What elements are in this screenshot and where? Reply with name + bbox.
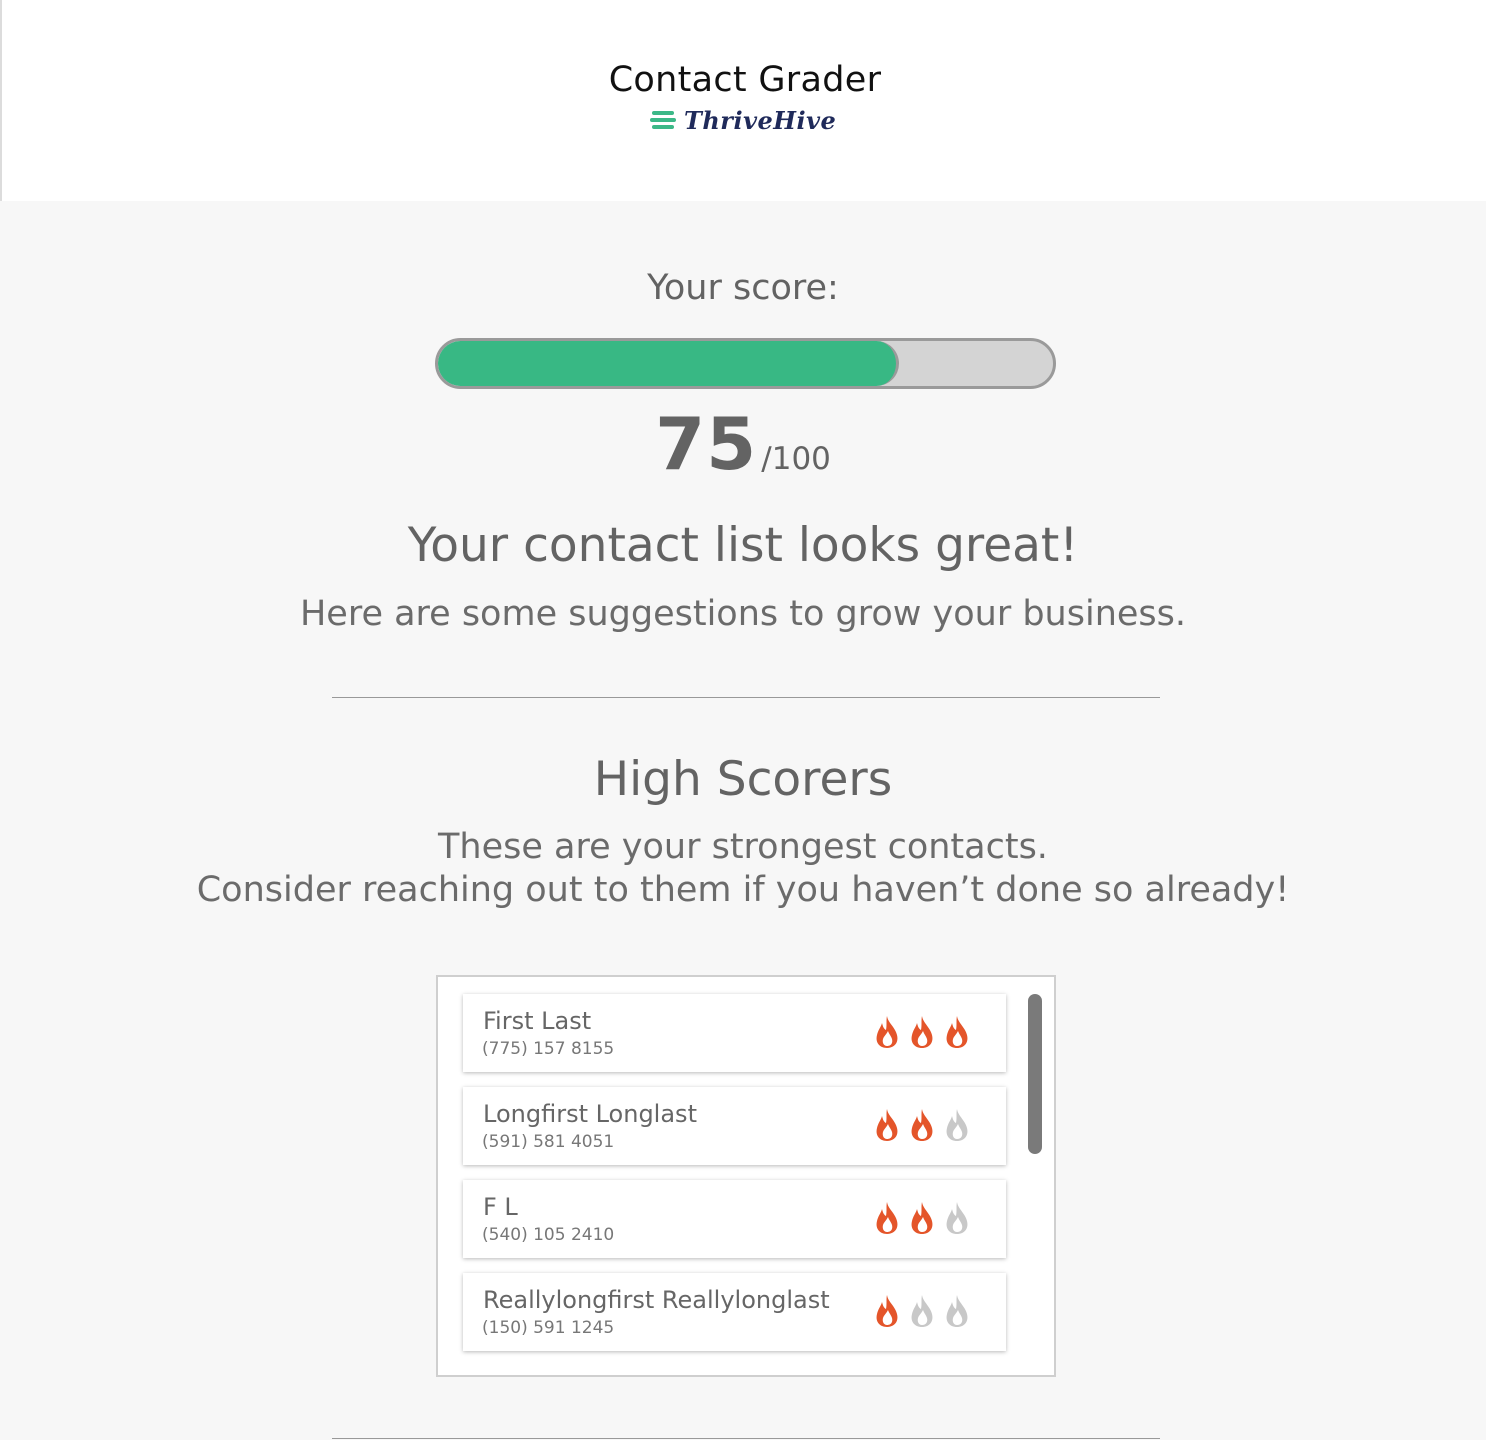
contact-phone: (775) 157 8155: [482, 1039, 615, 1059]
contact-phone: (540) 105 2410: [482, 1225, 615, 1245]
score-max: /100: [761, 441, 831, 477]
thrivehive-logo: ThriveHive: [650, 104, 836, 136]
score-display: 75/100: [0, 402, 1486, 486]
contact-name: F L: [483, 1193, 518, 1221]
high-scorers-description-line-1: These are your strongest contacts.: [438, 827, 1048, 867]
app-title: Contact Grader: [608, 60, 882, 100]
contact-score-flames: [873, 1201, 971, 1235]
flame-icon-lit: [946, 1016, 968, 1048]
flame-icon-lit: [876, 1202, 898, 1234]
high-scorers-description-line-2: Consider reaching out to them if you hav…: [196, 870, 1290, 910]
section-divider-bottom: [332, 1438, 1160, 1439]
score-progress-fill: [438, 341, 900, 386]
contact-card[interactable]: Reallylongfirst Reallylonglast (150) 591 …: [463, 1273, 1006, 1351]
header-bar: Contact Grader ThriveHive: [0, 0, 1486, 201]
logo-text: ThriveHive: [684, 105, 837, 135]
list-scrollbar[interactable]: [1028, 994, 1042, 1154]
flame-icon-lit: [876, 1016, 898, 1048]
flame-icon-unlit: [946, 1202, 968, 1234]
contact-phone: (591) 581 4051: [482, 1132, 615, 1152]
contact-name: Longfirst Longlast: [483, 1100, 697, 1128]
score-label: Your score:: [647, 268, 839, 308]
contact-score-flames: [873, 1108, 971, 1142]
section-divider: [332, 697, 1160, 698]
contact-phone: (150) 591 1245: [482, 1318, 615, 1338]
flame-icon-unlit: [946, 1109, 968, 1141]
score-value: 75: [655, 402, 758, 486]
contact-card[interactable]: First Last (775) 157 8155: [463, 994, 1006, 1072]
flame-icon-unlit: [911, 1295, 933, 1327]
flame-icon-unlit: [946, 1295, 968, 1327]
contact-score-flames: [873, 1294, 971, 1328]
flame-icon-lit: [876, 1109, 898, 1141]
high-scorers-list[interactable]: First Last (775) 157 8155 Longfirst Longla…: [436, 975, 1056, 1377]
contact-card[interactable]: F L (540) 105 2410: [463, 1180, 1006, 1258]
high-scorers-title: High Scorers: [593, 752, 893, 807]
flame-icon-lit: [876, 1295, 898, 1327]
summary-headline: Your contact list looks great!: [407, 518, 1079, 573]
contact-name: Reallylongfirst Reallylonglast: [483, 1286, 830, 1314]
summary-subline: Here are some suggestions to grow your b…: [299, 594, 1187, 634]
flame-icon-lit: [911, 1109, 933, 1141]
logo-mark-icon: [650, 109, 676, 131]
score-progress-bar: [435, 338, 1056, 389]
flame-icon-lit: [911, 1016, 933, 1048]
high-scorers-description: These are your strongest contacts. Consi…: [0, 826, 1486, 912]
flame-icon-lit: [911, 1202, 933, 1234]
contact-card[interactable]: Longfirst Longlast (591) 581 4051: [463, 1087, 1006, 1165]
contact-score-flames: [873, 1015, 971, 1049]
contact-name: First Last: [483, 1007, 592, 1035]
